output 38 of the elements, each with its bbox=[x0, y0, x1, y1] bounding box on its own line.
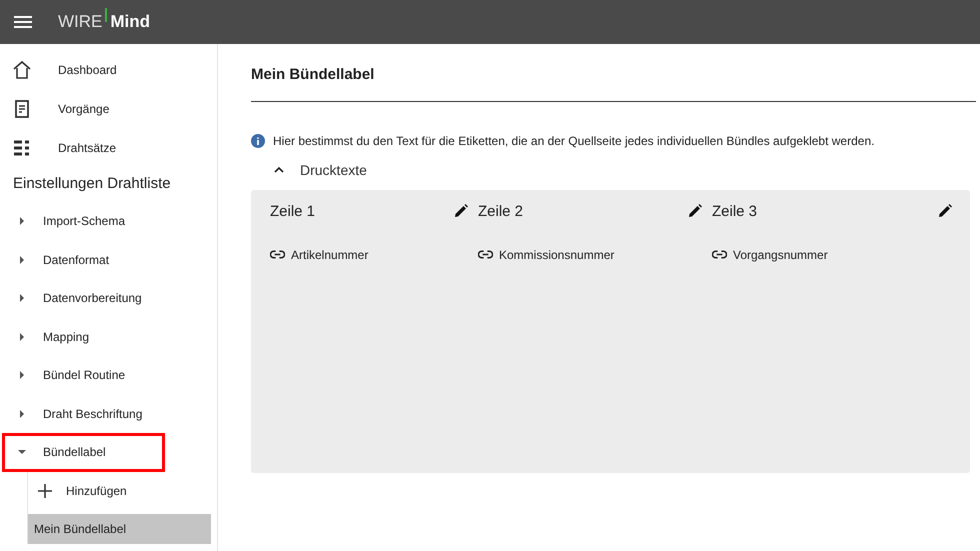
tree-item[interactable]: Mapping bbox=[0, 318, 217, 356]
tree-item[interactable]: Datenvorbereitung bbox=[0, 279, 217, 318]
tree-item[interactable]: Bündel Routine bbox=[0, 356, 217, 394]
caret-icon bbox=[18, 448, 26, 456]
caret-icon bbox=[18, 410, 26, 418]
tree-item[interactable]: Draht Beschriftung bbox=[0, 394, 217, 433]
page-title: Mein Bündellabel bbox=[251, 66, 976, 102]
line-title: Zeile 1 bbox=[270, 202, 316, 220]
tree-subitem[interactable]: Mein Bündellabel bbox=[28, 514, 211, 544]
line-title: Zeile 2 bbox=[478, 202, 524, 220]
info-icon bbox=[251, 134, 265, 148]
caret-icon bbox=[18, 294, 26, 302]
field-name: Kommissionsnummer bbox=[499, 248, 614, 262]
nav-item[interactable]: Drahtsätze bbox=[58, 140, 116, 154]
menu-icon[interactable] bbox=[14, 15, 32, 29]
document-icon bbox=[12, 98, 32, 118]
tree-item[interactable]: Import-Schema bbox=[0, 202, 217, 240]
field-name: Artikelnummer bbox=[291, 248, 368, 262]
edit-icon[interactable] bbox=[688, 204, 702, 218]
section-title: Einstellungen Drahtliste bbox=[12, 174, 172, 194]
edit-icon[interactable] bbox=[454, 204, 468, 218]
home-icon bbox=[12, 60, 32, 80]
list-icon bbox=[12, 138, 32, 158]
caret-icon bbox=[18, 256, 26, 264]
nav-item[interactable]: Dashboard bbox=[58, 62, 117, 76]
edit-icon[interactable] bbox=[938, 204, 952, 218]
tree-item[interactable]: Datenformat bbox=[0, 240, 217, 279]
plus-icon bbox=[38, 484, 52, 498]
line-title: Zeile 3 bbox=[712, 202, 758, 220]
highlighted-tree-item[interactable]: Bündellabel bbox=[2, 433, 165, 472]
caret-icon bbox=[18, 371, 26, 380]
caret-icon bbox=[18, 332, 26, 341]
nav-item[interactable]: Vorgänge bbox=[58, 102, 110, 116]
field-name: Vorgangsnummer bbox=[733, 248, 828, 262]
caret-icon bbox=[18, 217, 26, 226]
info-text: Hier bestimmst du den Text für die Etiketten, die an der Quellseite jedes individuellen Bündles aufgeklebt werden. bbox=[273, 134, 874, 148]
add-item[interactable]: Hinzufügen bbox=[28, 472, 217, 510]
accordion-header[interactable]: Drucktexte bbox=[273, 162, 976, 178]
